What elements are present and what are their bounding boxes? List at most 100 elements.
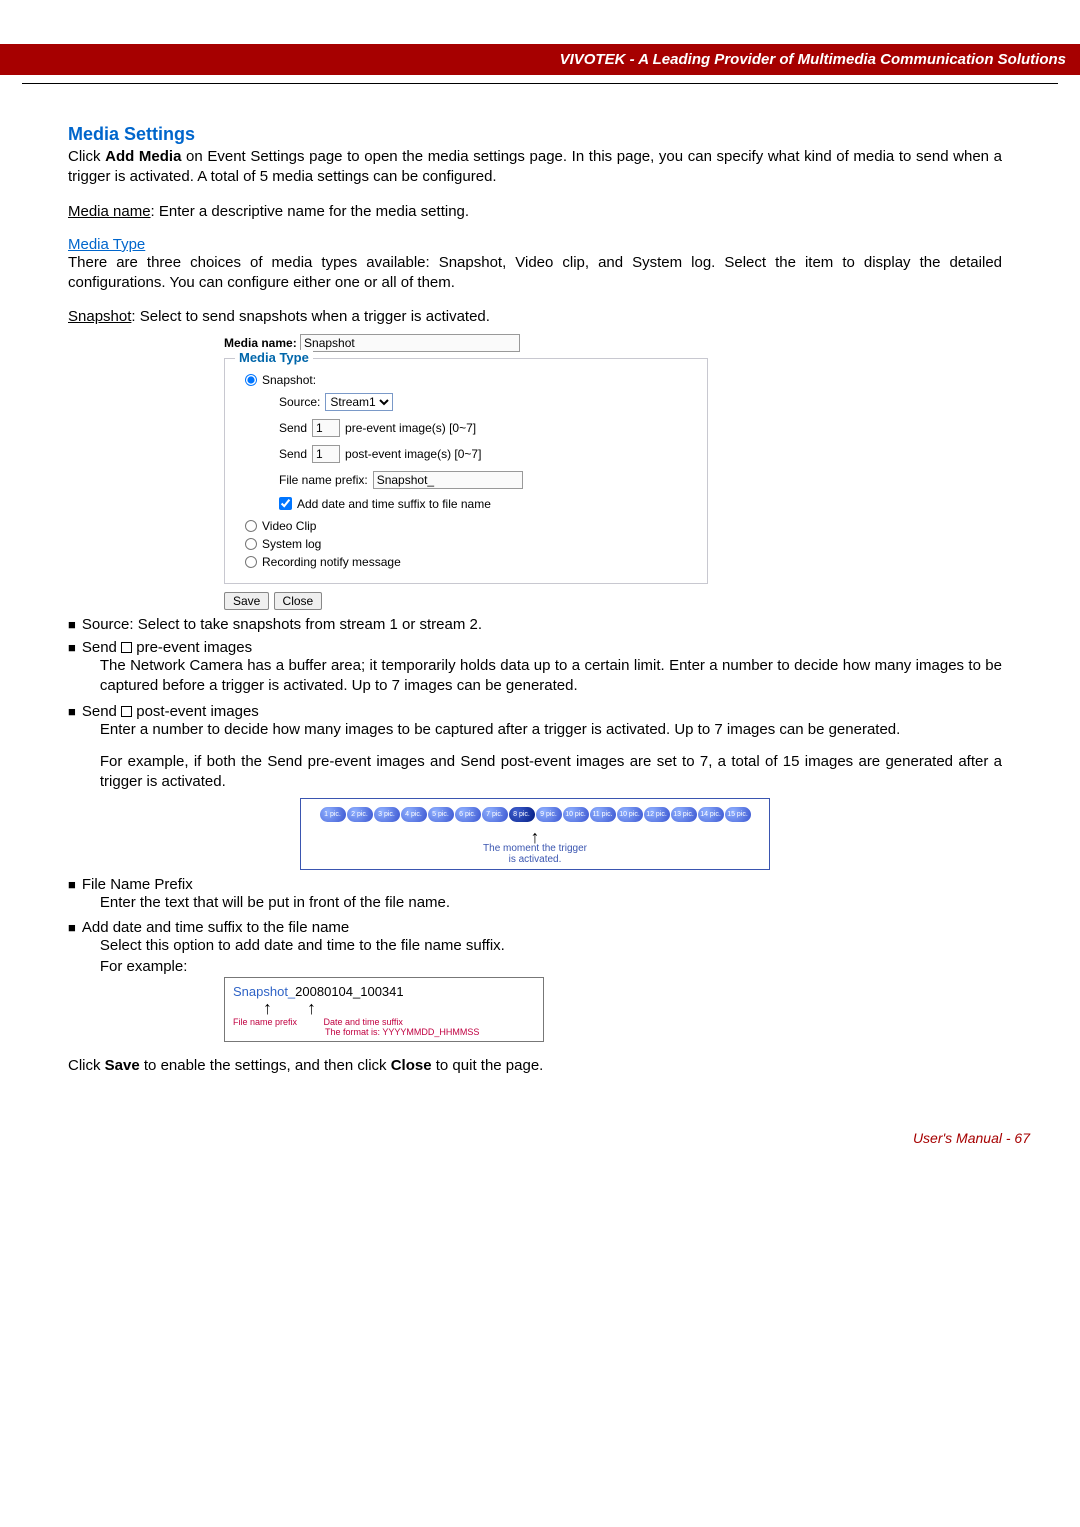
recording-notify-option-row: Recording notify message: [245, 555, 693, 569]
bullet-pre-desc: The Network Camera has a buffer area; it…: [100, 656, 1002, 697]
send-pre-label: Send: [279, 421, 307, 435]
diagram-pic: 14 pic.: [698, 807, 724, 822]
arrow-up-icon: ↑: [307, 832, 763, 843]
bullet-suffix-desc: Select this option to add date and time …: [100, 936, 1002, 956]
media-type-desc: There are three choices of media types a…: [68, 253, 1002, 294]
bullet-icon: ■: [68, 876, 76, 894]
media-settings-form: Media name: Media Type Snapshot: Source:…: [224, 334, 1002, 610]
diagram-pic: 9 pic.: [536, 807, 562, 822]
system-log-radio[interactable]: [245, 538, 257, 550]
media-type-link: Media Type: [68, 236, 145, 253]
page: VIVOTEK - A Leading Provider of Multimed…: [0, 0, 1080, 1186]
bullet-post-head: Send post-event images: [82, 703, 259, 720]
arrow-up-icon: ↑: [263, 1001, 272, 1015]
diagram-pic: 15 pic.: [725, 807, 751, 822]
form-buttons: Save Close: [224, 592, 1002, 610]
send-post-label: Send: [279, 447, 307, 461]
snapshot-subsettings: Source: Stream1 Send pre-event image(s) …: [279, 393, 693, 511]
bullets-section-2: ■ File Name Prefix Enter the text that w…: [68, 876, 1002, 977]
media-name-row: Media name:: [224, 334, 1002, 352]
diagram-pic: 1 pic.: [320, 807, 346, 822]
filename-label-prefix: File name prefix: [233, 1017, 321, 1027]
snapshot-radio-label: Snapshot:: [262, 373, 316, 387]
bullet-pre-head: Send pre-event images: [82, 639, 252, 656]
close-bold: Close: [391, 1057, 432, 1074]
bullet-suffix-head: Add date and time suffix to the file nam…: [82, 919, 349, 936]
bullet-icon: ■: [68, 703, 76, 721]
intro-paragraph: Click Add Media on Event Settings page t…: [68, 147, 1002, 188]
add-media-bold: Add Media: [105, 148, 181, 165]
bullet-fnp-desc: Enter the text that will be put in front…: [100, 893, 1002, 913]
media-name-underline: Media name: [68, 203, 151, 220]
pre-event-suffix: pre-event image(s) [0~7]: [345, 421, 476, 435]
snapshot-desc-rest: : Select to send snapshots when a trigge…: [131, 308, 490, 325]
closing-paragraph: Click Save to enable the settings, and t…: [68, 1056, 1002, 1076]
bullet-fnp-head: File Name Prefix: [82, 876, 193, 893]
diagram-pic: 11 pic.: [590, 807, 616, 822]
bullet-icon: ■: [68, 616, 76, 634]
video-clip-radio[interactable]: [245, 520, 257, 532]
bullet-post-desc: Enter a number to decide how many images…: [100, 720, 1002, 740]
bullet-icon: ■: [68, 639, 76, 657]
post-event-suffix: post-event image(s) [0~7]: [345, 447, 481, 461]
section-title: Media Settings: [68, 124, 1002, 145]
close-button[interactable]: Close: [274, 592, 323, 610]
post-event-input[interactable]: [312, 445, 340, 463]
system-log-option-row: System log: [245, 537, 693, 551]
bullet-for-example: For example:: [100, 957, 1002, 977]
filename-example-box: Snapshot_20080104_100341 ↑ ↑ File name p…: [224, 977, 544, 1042]
pre-event-input[interactable]: [312, 419, 340, 437]
placeholder-box-icon: [121, 706, 132, 717]
media-type-fieldset: Media Type Snapshot: Source: Stream1 Sen…: [224, 358, 708, 584]
filename-labels: File name prefix Date and time suffix: [233, 1017, 535, 1027]
diagram-pic: 10 pic.: [617, 807, 643, 822]
page-footer: User's Manual - 67: [0, 1096, 1080, 1186]
media-name-input[interactable]: [300, 334, 520, 352]
filename-format-note: The format is: YYYYMMDD_HHMMSS: [325, 1027, 535, 1037]
diagram-pic: 3 pic.: [374, 807, 400, 822]
header-brand-bar: VIVOTEK - A Leading Provider of Multimed…: [0, 44, 1080, 75]
filename-arrows: ↑ ↑: [263, 1001, 535, 1015]
bullet-icon: ■: [68, 919, 76, 937]
media-name-label: Media name:: [224, 336, 297, 350]
diagram-pic: 10 pic.: [563, 807, 589, 822]
trigger-diagram: 1 pic.2 pic.3 pic.4 pic.5 pic.6 pic.7 pi…: [300, 798, 770, 870]
filename-prefix-part: Snapshot_: [233, 984, 295, 999]
filename-example-text: Snapshot_20080104_100341: [233, 984, 535, 999]
system-log-label: System log: [262, 537, 321, 551]
source-label: Source:: [279, 395, 320, 409]
fieldset-legend: Media Type: [235, 350, 313, 365]
recording-notify-radio[interactable]: [245, 556, 257, 568]
diagram-caption-1: The moment the trigger: [307, 843, 763, 854]
header-brand-text: VIVOTEK - A Leading Provider of Multimed…: [560, 51, 1066, 68]
arrow-up-icon: ↑: [307, 1001, 316, 1015]
snapshot-desc: Snapshot: Select to send snapshots when …: [68, 307, 1002, 327]
bullets-section: ■ Source: Select to take snapshots from …: [68, 616, 1002, 793]
save-bold: Save: [105, 1057, 140, 1074]
snapshot-option-row: Snapshot:: [245, 373, 693, 387]
filename-prefix-input[interactable]: [373, 471, 523, 489]
bullet-source: Source: Select to take snapshots from st…: [82, 616, 482, 633]
source-select[interactable]: Stream1: [325, 393, 393, 411]
add-suffix-label: Add date and time suffix to file name: [297, 497, 491, 511]
recording-notify-label: Recording notify message: [262, 555, 401, 569]
content-area: Media Settings Click Add Media on Event …: [0, 84, 1080, 1096]
media-name-desc: Media name: Enter a descriptive name for…: [68, 202, 1002, 222]
diagram-pic: 5 pic.: [428, 807, 454, 822]
diagram-pic: 12 pic.: [644, 807, 670, 822]
add-suffix-checkbox[interactable]: [279, 497, 292, 510]
placeholder-box-icon: [121, 642, 132, 653]
trigger-diagram-row: 1 pic.2 pic.3 pic.4 pic.5 pic.6 pic.7 pi…: [307, 807, 763, 822]
snapshot-underline: Snapshot: [68, 308, 131, 325]
bullet-example-para: For example, if both the Send pre-event …: [100, 752, 1002, 793]
video-clip-option-row: Video Clip: [245, 519, 693, 533]
diagram-pic: 7 pic.: [482, 807, 508, 822]
video-clip-label: Video Clip: [262, 519, 316, 533]
diagram-pic: 8 pic.: [509, 807, 535, 822]
diagram-pic: 2 pic.: [347, 807, 373, 822]
filename-suffix-part: 20080104_100341: [295, 984, 403, 999]
save-button[interactable]: Save: [224, 592, 269, 610]
footer-text: User's Manual - 67: [913, 1130, 1030, 1146]
snapshot-radio[interactable]: [245, 374, 257, 386]
filename-label-suffix: Date and time suffix: [324, 1017, 403, 1027]
